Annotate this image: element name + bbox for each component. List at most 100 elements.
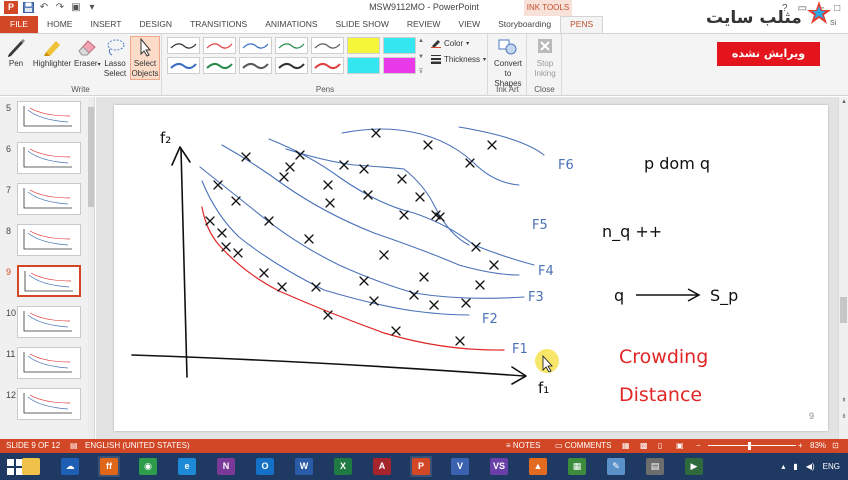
slide-thumbnail-preview[interactable] bbox=[17, 101, 81, 133]
pen-swatch[interactable] bbox=[311, 37, 344, 54]
gallery-scroll-down-icon[interactable]: ▼ bbox=[417, 54, 425, 60]
slide-sorter-icon[interactable]: ▩ bbox=[640, 439, 648, 453]
thumbnail-scrollbar[interactable] bbox=[88, 97, 94, 439]
undo-icon[interactable]: ↶ bbox=[38, 2, 50, 14]
tab-animations[interactable]: ANIMATIONS bbox=[256, 16, 326, 33]
slide-thumbnail-preview[interactable] bbox=[17, 224, 81, 256]
powerpoint-icon[interactable]: P bbox=[410, 456, 432, 477]
zoom-out-icon[interactable]: − bbox=[696, 439, 701, 453]
ie-icon[interactable]: e bbox=[176, 456, 198, 477]
file-explorer-icon[interactable] bbox=[20, 456, 42, 477]
tab-home[interactable]: HOME bbox=[38, 16, 82, 33]
pen-button[interactable]: Pen bbox=[4, 37, 28, 69]
outlook-icon[interactable]: O bbox=[254, 456, 276, 477]
convert-to-shapes-button[interactable]: Convert to Shapes bbox=[490, 37, 526, 89]
tab-insert[interactable]: INSERT bbox=[81, 16, 130, 33]
highlighter-button[interactable]: Highlighter bbox=[30, 37, 74, 69]
slideshow-view-icon[interactable]: ▣ bbox=[676, 439, 684, 453]
slide-thumbnail-preview[interactable] bbox=[17, 306, 81, 338]
slide-thumbnail-preview[interactable] bbox=[17, 265, 81, 297]
highlighter-swatch[interactable] bbox=[347, 37, 380, 54]
scroll-up-icon[interactable]: ▲ bbox=[839, 99, 848, 109]
zoom-slider[interactable] bbox=[708, 445, 796, 446]
thickness-dropdown[interactable]: Thickness ▾ bbox=[431, 54, 486, 64]
pen-swatch[interactable] bbox=[203, 57, 236, 74]
zoom-in-icon[interactable]: + bbox=[798, 439, 803, 453]
gallery-scroll-up-icon[interactable]: ▲ bbox=[417, 38, 425, 44]
pen-swatch[interactable] bbox=[275, 57, 308, 74]
pen-swatch[interactable] bbox=[275, 37, 308, 54]
next-slide-icon[interactable]: ⇟ bbox=[839, 413, 848, 423]
normal-view-icon[interactable]: ▦ bbox=[622, 439, 630, 453]
customize-quick-access-icon[interactable]: ▾ bbox=[86, 2, 98, 14]
highlighter-swatch[interactable] bbox=[347, 57, 380, 74]
slide-thumbnail-preview[interactable] bbox=[17, 183, 81, 215]
pen-swatch[interactable] bbox=[167, 57, 200, 74]
slide-thumbnail-preview[interactable] bbox=[17, 142, 81, 174]
zoom-level[interactable]: 83% bbox=[810, 439, 826, 453]
highlighter-swatch[interactable] bbox=[383, 37, 416, 54]
previous-slide-icon[interactable]: ⇞ bbox=[839, 397, 848, 407]
slide-canvas[interactable]: F6 F5 F4 F3 F2 F1 f₂ f₁ p dom q n_q ++ q bbox=[114, 105, 828, 431]
stop-inking-button[interactable]: Stop Inking bbox=[530, 37, 560, 79]
pen-swatch[interactable] bbox=[311, 57, 344, 74]
maximize-icon[interactable]: □ bbox=[834, 3, 840, 14]
tab-pens[interactable]: PENS bbox=[560, 16, 604, 33]
chrome-icon[interactable]: ◉ bbox=[137, 456, 159, 477]
fit-slide-icon[interactable]: ⊡ bbox=[832, 439, 839, 453]
slide-thumbnail[interactable]: 5 bbox=[0, 101, 93, 135]
matlab-icon[interactable]: ▲ bbox=[527, 456, 549, 477]
proofing-icon[interactable]: ▤ bbox=[70, 439, 78, 453]
thumbnail-scrollbar-thumb[interactable] bbox=[88, 107, 94, 207]
zoom-slider-thumb[interactable] bbox=[748, 442, 751, 450]
tab-storyboarding[interactable]: Storyboarding bbox=[489, 16, 560, 33]
tab-slide-show[interactable]: SLIDE SHOW bbox=[327, 16, 398, 33]
save-icon[interactable] bbox=[22, 1, 34, 14]
lasso-select-button[interactable]: Lasso Select bbox=[102, 37, 128, 79]
select-objects-button[interactable]: Select Objects bbox=[130, 36, 160, 80]
redo-icon[interactable]: ↷ bbox=[54, 2, 66, 14]
slide-thumbnail[interactable]: 9 bbox=[0, 265, 93, 299]
network-icon[interactable]: ▮ bbox=[793, 462, 797, 471]
volume-icon[interactable]: ◀) bbox=[806, 462, 815, 471]
visio-icon[interactable]: V bbox=[449, 456, 471, 477]
tab-design[interactable]: DESIGN bbox=[130, 16, 181, 33]
eraser-button[interactable]: Eraser▾ bbox=[74, 37, 101, 70]
tray-expand-icon[interactable]: ▴ bbox=[781, 462, 785, 471]
slide-thumbnail-preview[interactable] bbox=[17, 347, 81, 379]
pen-swatch[interactable] bbox=[167, 37, 200, 54]
highlighter-swatch[interactable] bbox=[383, 57, 416, 74]
onedrive-icon[interactable]: ☁ bbox=[59, 456, 81, 477]
color-dropdown[interactable]: Color ▾ bbox=[431, 38, 469, 48]
notepad-icon[interactable]: ✎ bbox=[605, 456, 627, 477]
present-icon[interactable]: ▣ bbox=[70, 2, 82, 14]
screen-recorder-icon[interactable]: ▶ bbox=[683, 456, 705, 477]
notes-button[interactable]: ≡ NOTES bbox=[506, 439, 540, 453]
tab-file[interactable]: FILE bbox=[0, 16, 38, 33]
onenote-icon[interactable]: N bbox=[215, 456, 237, 477]
ink-drawing[interactable]: F6 F5 F4 F3 F2 F1 f₂ f₁ p dom q n_q ++ q bbox=[114, 105, 828, 431]
input-language[interactable]: ENG bbox=[823, 462, 840, 471]
image-viewer-icon[interactable]: ▦ bbox=[566, 456, 588, 477]
slide-thumbnail[interactable]: 11 bbox=[0, 347, 93, 381]
excel-icon[interactable]: X bbox=[332, 456, 354, 477]
calculator-icon[interactable]: ▤ bbox=[644, 456, 666, 477]
editor-scrollbar[interactable]: ▲ ⇞ ⇟ bbox=[838, 97, 848, 439]
visual-studio-icon[interactable]: VS bbox=[488, 456, 510, 477]
pen-swatch[interactable] bbox=[239, 37, 272, 54]
gallery-more-icon[interactable]: ⊽ bbox=[417, 68, 425, 75]
tab-transitions[interactable]: TRANSITIONS bbox=[181, 16, 256, 33]
access-icon[interactable]: A bbox=[371, 456, 393, 477]
slide-thumbnail[interactable]: 7 bbox=[0, 183, 93, 217]
pen-swatch[interactable] bbox=[239, 57, 272, 74]
editor-scrollbar-thumb[interactable] bbox=[840, 297, 847, 323]
slide-thumbnail[interactable]: 6 bbox=[0, 142, 93, 176]
tab-view[interactable]: VIEW bbox=[449, 16, 489, 33]
slide-thumbnail-preview[interactable] bbox=[17, 388, 81, 420]
slide-thumbnail[interactable]: 8 bbox=[0, 224, 93, 258]
firefox-icon[interactable]: ff bbox=[98, 456, 120, 477]
comments-button[interactable]: ▭ COMMENTS bbox=[555, 439, 611, 453]
slide-thumbnail[interactable]: 12 bbox=[0, 388, 93, 422]
slide-thumbnail[interactable]: 10 bbox=[0, 306, 93, 340]
tab-review[interactable]: REVIEW bbox=[398, 16, 450, 33]
